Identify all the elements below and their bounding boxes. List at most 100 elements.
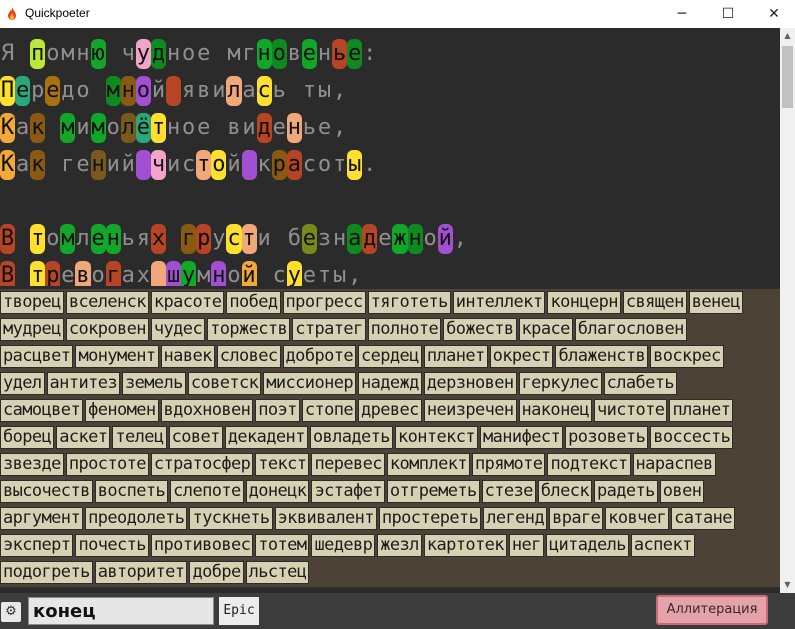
rhyme-word[interactable]: звезде (0, 453, 64, 476)
rhyme-word[interactable]: красоте (150, 291, 225, 314)
rhyme-word[interactable]: телец (112, 426, 167, 449)
search-input[interactable] (28, 597, 214, 625)
rhyme-word[interactable]: нараспев (632, 453, 716, 476)
rhyme-word[interactable]: манифест (480, 426, 564, 449)
rhyme-word[interactable]: простоте (65, 453, 149, 476)
rhyme-word[interactable]: авторитет (94, 561, 188, 584)
rhyme-word[interactable]: преодолеть (85, 507, 188, 530)
rhyme-word[interactable]: побед (226, 291, 281, 314)
rhyme-word[interactable]: нег (508, 534, 544, 557)
rhyme-word[interactable]: слабеть (603, 372, 678, 395)
rhyme-word[interactable]: творец (0, 291, 64, 314)
rhyme-word[interactable]: благословен (574, 318, 687, 341)
scroll-up-arrow-icon[interactable]: ▲ (780, 28, 795, 44)
rhyme-word[interactable]: стратосфер (150, 453, 254, 476)
rhyme-word[interactable]: интеллект (452, 291, 546, 314)
rhyme-word[interactable]: противовес (150, 534, 254, 557)
rhyme-word[interactable]: концерн (547, 291, 621, 314)
rhyme-word[interactable]: простереть (378, 507, 482, 530)
alliteration-button[interactable]: Аллитерация (656, 595, 768, 625)
rhyme-word[interactable]: аспект (630, 534, 695, 557)
rhyme-word[interactable]: надежд (357, 372, 422, 395)
close-button[interactable]: ✕ (751, 0, 795, 28)
rhyme-word[interactable]: добре (189, 561, 244, 584)
rhyme-word[interactable]: монумент (75, 345, 159, 368)
rhyme-word[interactable]: легенд (483, 507, 548, 530)
vertical-scrollbar[interactable]: ▲ ▼ (780, 28, 795, 593)
rhyme-word[interactable]: чудес (150, 318, 206, 341)
rhyme-word[interactable]: чистоте (593, 399, 668, 422)
rhyme-word[interactable]: эквивалент (274, 507, 377, 530)
rhyme-word[interactable]: цитадель (545, 534, 629, 557)
rhyme-word[interactable]: самоцвет (0, 399, 84, 422)
rhyme-word[interactable]: слепоте (170, 480, 244, 503)
rhyme-word[interactable]: планет (423, 345, 488, 368)
rhyme-word[interactable]: удел (0, 372, 45, 395)
rhyme-word[interactable]: подтекст (547, 453, 631, 476)
rhyme-word[interactable]: совет (168, 426, 223, 449)
rhyme-word[interactable]: божеств (443, 318, 517, 341)
rhyme-word[interactable]: древес (358, 399, 422, 422)
rhyme-word[interactable]: почесть (75, 534, 149, 557)
rhyme-word[interactable]: навек (160, 345, 215, 368)
rhyme-word[interactable]: розоветь (565, 426, 649, 449)
rhyme-word[interactable]: эксперт (0, 534, 74, 557)
rhyme-word[interactable]: тускнеть (189, 507, 273, 530)
rhyme-word[interactable]: сатане (671, 507, 735, 530)
rhyme-word[interactable]: текст (255, 453, 310, 476)
minimize-button[interactable]: ─ (659, 0, 705, 28)
rhyme-word[interactable]: земель (122, 372, 186, 395)
rhyme-word[interactable]: враге (549, 507, 604, 530)
rhyme-word[interactable]: прямоте (472, 453, 546, 476)
rhyme-word[interactable]: эстафет (311, 480, 385, 503)
rhyme-word[interactable]: борец (0, 426, 55, 449)
rhyme-word[interactable]: овладеть (309, 426, 393, 449)
rhyme-word[interactable]: стратег (292, 318, 366, 341)
rhyme-word[interactable]: полноте (367, 318, 442, 341)
rhyme-word[interactable]: наконец (518, 399, 592, 422)
rhyme-word[interactable]: словес (216, 345, 281, 368)
rhyme-word[interactable]: неизречен (423, 399, 517, 422)
rhyme-word[interactable]: миссионер (263, 372, 356, 395)
rhyme-word[interactable]: картотек (423, 534, 507, 557)
rhyme-word[interactable]: воспеть (94, 480, 169, 503)
rhyme-word[interactable]: красе (518, 318, 573, 341)
rhyme-word[interactable]: прогресс (282, 291, 366, 314)
poem-editor[interactable]: Я помню чудное мгновенье: Передо мной яви… (0, 28, 780, 286)
rhyme-word[interactable]: блаженств (555, 345, 649, 368)
rhyme-word[interactable]: антитез (46, 372, 120, 395)
rhyme-word[interactable]: аскет (56, 426, 111, 449)
rhyme-word[interactable]: отгреметь (386, 480, 480, 503)
rhyme-word[interactable]: стезе (481, 480, 536, 503)
rhyme-word[interactable]: ковчег (605, 507, 670, 530)
rhyme-word[interactable]: дерзновен (423, 372, 517, 395)
rhyme-word[interactable]: мудрец (0, 318, 64, 341)
rhyme-word[interactable]: шедевр (311, 534, 376, 557)
rhyme-word[interactable]: комплект (386, 453, 470, 476)
rhyme-word[interactable]: льстец (245, 561, 310, 584)
rhyme-word[interactable]: поэт (255, 399, 300, 422)
rhyme-word[interactable]: блеск (537, 480, 592, 503)
rhyme-word[interactable]: геркулес (518, 372, 602, 395)
rhyme-word[interactable]: советск (187, 372, 262, 395)
rhyme-word[interactable]: расцвет (0, 345, 74, 368)
rhyme-word[interactable]: овен (659, 480, 705, 503)
rhyme-word[interactable]: аргумент (0, 507, 84, 530)
rhyme-word[interactable]: вдохновен (160, 399, 254, 422)
rhyme-word[interactable]: окрест (489, 345, 554, 368)
rhyme-word[interactable]: воссесть (650, 426, 734, 449)
rhyme-word[interactable]: перевес (311, 453, 385, 476)
rhyme-word[interactable]: венец (688, 291, 743, 314)
rhyme-word[interactable]: радеть (593, 480, 658, 503)
scroll-thumb[interactable] (782, 46, 793, 108)
rhyme-word[interactable]: высочеств (0, 480, 93, 503)
rhyme-word[interactable]: феномен (85, 399, 159, 422)
rhyme-word[interactable]: донецк (245, 480, 310, 503)
rhyme-word[interactable]: декадент (224, 426, 308, 449)
gear-icon[interactable]: ⚙ (1, 602, 21, 622)
rhyme-word[interactable]: тяготеть (367, 291, 451, 314)
rhyme-word[interactable]: жезл (377, 534, 422, 557)
rhyme-word[interactable]: торжеств (207, 318, 291, 341)
rhyme-word[interactable]: тотем (255, 534, 310, 557)
rhyme-word[interactable]: планет (669, 399, 734, 422)
